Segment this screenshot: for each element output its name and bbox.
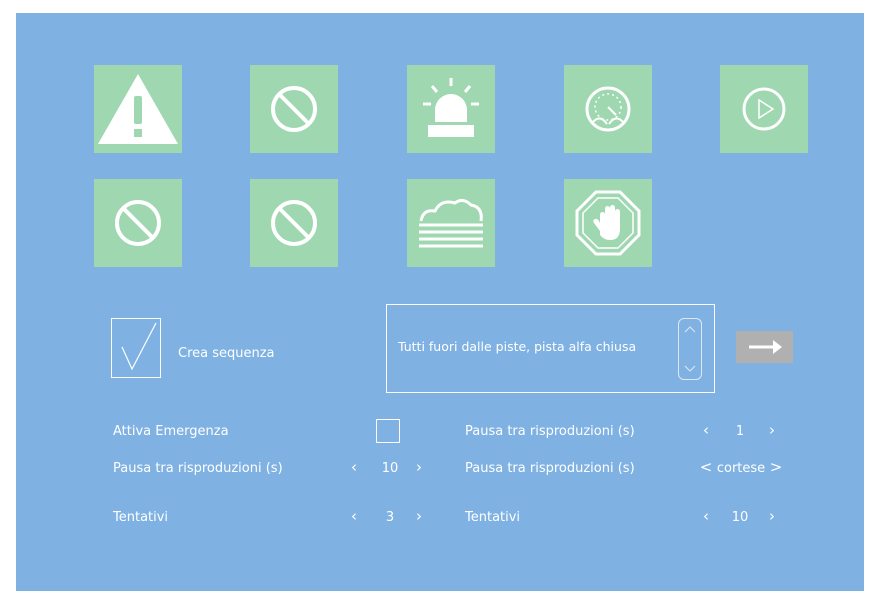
warning-icon	[98, 74, 178, 144]
pause-left-decrement[interactable]: ‹	[347, 458, 361, 476]
attempts-right-decrement[interactable]: ‹	[699, 507, 713, 525]
checkmark-icon	[121, 322, 157, 371]
pause2-label-right: Pausa tra risproduzioni (s)	[465, 461, 635, 476]
pause2-right-value: cortese	[716, 461, 766, 476]
up-down-arrows-icon	[684, 326, 696, 372]
pause-left-value: 10	[381, 461, 399, 476]
siren-icon	[423, 78, 479, 137]
tile-prohibited-1[interactable]	[250, 65, 338, 153]
attempts-left-decrement[interactable]: ‹	[347, 507, 361, 525]
send-arrow-button[interactable]	[736, 331, 793, 363]
pause2-right-increment[interactable]: >	[769, 458, 783, 476]
attempts-label-left: Tentativi	[113, 510, 169, 525]
tile-prohibited-2[interactable]	[94, 179, 182, 267]
attempts-label-right: Tentativi	[465, 510, 521, 525]
attempts-right-increment[interactable]: ›	[765, 507, 779, 525]
gauge-icon	[585, 86, 631, 132]
tile-fog[interactable]	[407, 179, 495, 267]
tile-play[interactable]	[720, 65, 808, 153]
tile-siren[interactable]	[407, 65, 495, 153]
pause1-right-value: 1	[735, 424, 745, 439]
pause-label-left: Pausa tra risproduzioni (s)	[113, 461, 283, 476]
tile-prohibited-3[interactable]	[250, 179, 338, 267]
sequence-label: Crea sequenza	[178, 346, 275, 361]
pause-left-increment[interactable]: ›	[412, 458, 426, 476]
message-select[interactable]: Tutti fuori dalle piste, pista alfa chiu…	[386, 304, 715, 393]
pause1-right-decrement[interactable]: ‹	[699, 421, 713, 439]
fog-icon	[419, 198, 483, 248]
tile-gauge[interactable]	[564, 65, 652, 153]
sequence-checkbox[interactable]	[111, 318, 161, 378]
arrow-right-icon	[748, 340, 782, 354]
attempts-left-value: 3	[385, 510, 395, 525]
prohibited-icon	[271, 200, 317, 246]
attempts-right-value: 10	[731, 510, 749, 525]
emergency-label: Attiva Emergenza	[113, 424, 229, 439]
message-text: Tutti fuori dalle piste, pista alfa chiu…	[398, 339, 637, 354]
play-icon	[742, 87, 786, 131]
prohibited-icon	[115, 200, 161, 246]
prohibited-icon	[271, 86, 317, 132]
pause1-label-right: Pausa tra risproduzioni (s)	[465, 424, 635, 439]
message-scroll-stepper[interactable]	[678, 318, 702, 380]
stop-hand-icon	[575, 190, 641, 256]
tile-stop-hand[interactable]	[564, 179, 652, 267]
main-panel: Crea sequenza Tutti fuori dalle piste, p…	[16, 13, 864, 591]
tile-warning[interactable]	[94, 65, 182, 153]
emergency-checkbox[interactable]	[376, 419, 400, 443]
attempts-left-increment[interactable]: ›	[412, 507, 426, 525]
pause1-right-increment[interactable]: ›	[765, 421, 779, 439]
